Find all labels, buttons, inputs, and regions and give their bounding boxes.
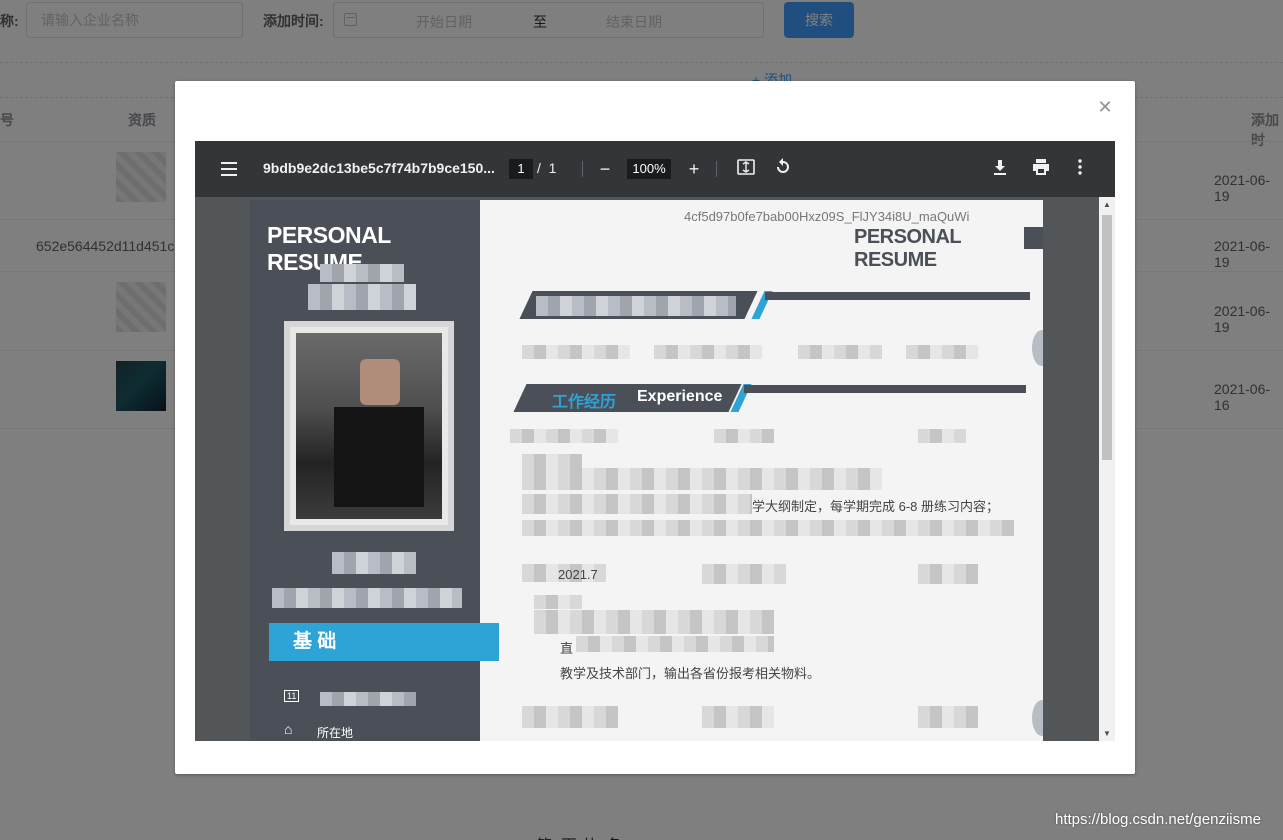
redacted-block — [522, 706, 618, 728]
preview-dialog: ✕ 9bdb9e2dc13be5c7f74b7b9ce150... 1 / 1 … — [175, 81, 1135, 774]
scroll-down-icon[interactable]: ▼ — [1103, 729, 1111, 738]
fit-page-icon[interactable] — [734, 157, 758, 181]
redacted-block — [320, 692, 416, 706]
page-number-input[interactable]: 1 — [509, 159, 533, 179]
experience-date: 2021.7 — [558, 567, 598, 582]
redacted-block — [906, 345, 978, 359]
redacted-block — [522, 468, 882, 490]
redacted-block — [702, 706, 774, 728]
experience-text: 教学及技术部门，输出各省份报考相关物料。 — [560, 666, 821, 681]
menu-icon[interactable] — [221, 162, 237, 176]
redacted-block — [332, 552, 416, 574]
basic-info-banner: 基 础 — [269, 623, 499, 661]
pdf-page: PERSONAL RESUME 基 础 11 ⌂ 所在地 4cf5d97b0fe… — [250, 200, 1043, 741]
resume-main: 4cf5d97b0fe7bab00Hxz09S_FlJY34i8U_maQuWi… — [480, 200, 1043, 741]
pdf-scrollbar[interactable]: ▲ ▼ — [1099, 197, 1115, 741]
resume-main-title: PERSONAL RESUME — [854, 226, 961, 271]
redacted-block — [714, 429, 774, 443]
redacted-block — [534, 595, 582, 609]
pdf-toolbar: 9bdb9e2dc13be5c7f74b7b9ce150... 1 / 1 − … — [195, 141, 1115, 197]
experience-text: 直 — [560, 641, 574, 656]
zoom-out-icon[interactable]: − — [593, 157, 617, 181]
title-block — [1024, 227, 1043, 249]
redacted-block — [918, 429, 966, 443]
redacted-block — [522, 345, 630, 359]
experience-text: 学大纲制定，每学期完成 6-8 册练习内容； — [752, 499, 1000, 514]
zoom-in-icon[interactable]: + — [682, 157, 706, 181]
pdf-filename: 9bdb9e2dc13be5c7f74b7b9ce150... — [263, 160, 495, 176]
redacted-block — [918, 564, 978, 584]
redacted-block — [702, 564, 786, 584]
section-title-cn: 工作经历 — [552, 394, 617, 411]
close-icon[interactable]: ✕ — [1097, 98, 1113, 116]
location-label: 所在地 — [317, 726, 354, 740]
toolbar-separator — [582, 161, 583, 177]
rotate-icon[interactable] — [771, 157, 795, 181]
pdf-viewer: 9bdb9e2dc13be5c7f74b7b9ce150... 1 / 1 − … — [195, 141, 1115, 741]
redacted-block — [522, 494, 752, 514]
print-icon[interactable] — [1029, 157, 1053, 181]
resume-sidebar: PERSONAL RESUME 基 础 11 ⌂ 所在地 — [250, 200, 499, 741]
scrollbar-thumb[interactable] — [1102, 215, 1112, 460]
section-title-en: Experience — [637, 388, 723, 405]
redacted-block — [654, 345, 762, 359]
redacted-block — [272, 588, 462, 608]
document-watermark-id: 4cf5d97b0fe7bab00Hxz09S_FlJY34i8U_maQuWi — [684, 209, 970, 224]
redacted-block — [576, 636, 774, 652]
decor-circle — [1032, 700, 1043, 736]
section-line — [744, 385, 1026, 393]
decor-circle — [1032, 330, 1043, 366]
more-icon[interactable] — [1068, 157, 1092, 181]
profile-photo — [284, 321, 454, 531]
calendar-icon: 11 — [284, 690, 300, 702]
site-watermark: https://blog.csdn.net/genziisme — [1055, 811, 1261, 828]
redacted-block — [320, 264, 404, 282]
redacted-block — [522, 454, 582, 468]
redacted-block — [308, 284, 416, 310]
redacted-block — [536, 296, 736, 316]
page-total: / 1 — [537, 160, 557, 176]
redacted-block — [522, 520, 1014, 536]
redacted-block — [798, 345, 882, 359]
redacted-block — [918, 706, 978, 728]
home-icon: ⌂ — [284, 721, 293, 737]
toolbar-separator — [716, 161, 717, 177]
zoom-level-input[interactable]: 100% — [627, 159, 671, 179]
section-line — [765, 292, 1030, 300]
redacted-block — [534, 610, 774, 634]
redacted-block — [510, 429, 618, 443]
scroll-up-icon[interactable]: ▲ — [1103, 200, 1111, 209]
download-icon[interactable] — [988, 157, 1012, 181]
